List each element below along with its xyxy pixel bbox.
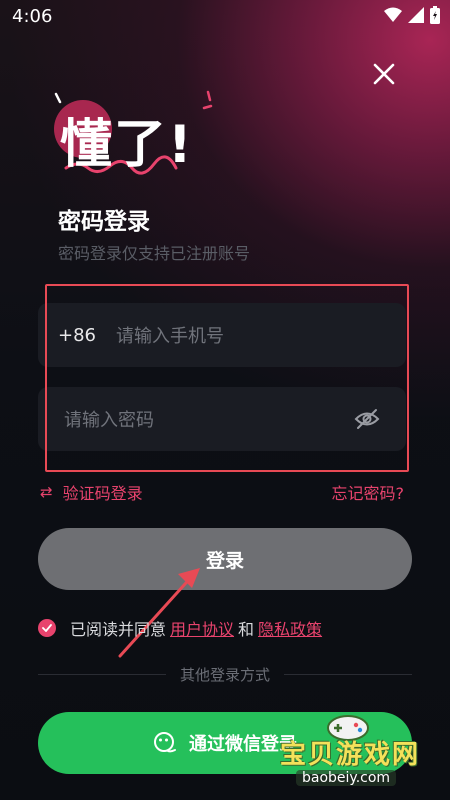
arrow-annotation-icon [118, 568, 200, 658]
signal-icon [408, 7, 424, 23]
other-methods-label: 其他登录方式 [180, 666, 271, 684]
battery-icon [430, 6, 440, 24]
divider-line-right [284, 674, 413, 675]
watermark-text: 宝贝游戏网 [280, 740, 421, 770]
sms-login-link[interactable]: ⇄ 验证码登录 [40, 480, 143, 504]
page-title: 密码登录 [58, 209, 150, 235]
agreement-checkbox[interactable] [38, 619, 56, 637]
close-icon [373, 63, 395, 85]
login-button[interactable]: 登录 [38, 528, 412, 590]
logo-text: 懂了! [60, 115, 194, 175]
app-logo: 懂了! [48, 88, 218, 183]
forgot-password-link[interactable]: 忘记密码? [332, 480, 405, 504]
status-bar: 4:06 [0, 0, 450, 32]
status-time: 4:06 [12, 5, 53, 27]
close-button[interactable] [368, 58, 400, 90]
check-icon [42, 624, 52, 632]
swap-icon: ⇄ [40, 483, 53, 501]
status-icons [384, 6, 440, 24]
user-agreement-link[interactable]: 用户协议 [170, 616, 234, 640]
highlight-box [45, 284, 409, 472]
divider-line-left [38, 674, 166, 675]
wifi-icon [384, 7, 402, 22]
privacy-policy-link[interactable]: 隐私政策 [258, 616, 322, 640]
wechat-icon [154, 732, 176, 753]
sms-login-label: 验证码登录 [62, 484, 143, 503]
watermark: 宝贝游戏网 baobeiy.com [272, 712, 442, 792]
watermark-domain: baobeiy.com [296, 770, 397, 786]
other-methods-divider: 其他登录方式 [38, 664, 413, 685]
agreement-and: 和 [238, 620, 255, 639]
agreement-row: 已阅读并同意 用户协议 和 隐私政策 [38, 616, 326, 640]
agreement-prefix: 已阅读并同意 [70, 620, 167, 639]
page-subtitle: 密码登录仅支持已注册账号 [58, 244, 251, 263]
